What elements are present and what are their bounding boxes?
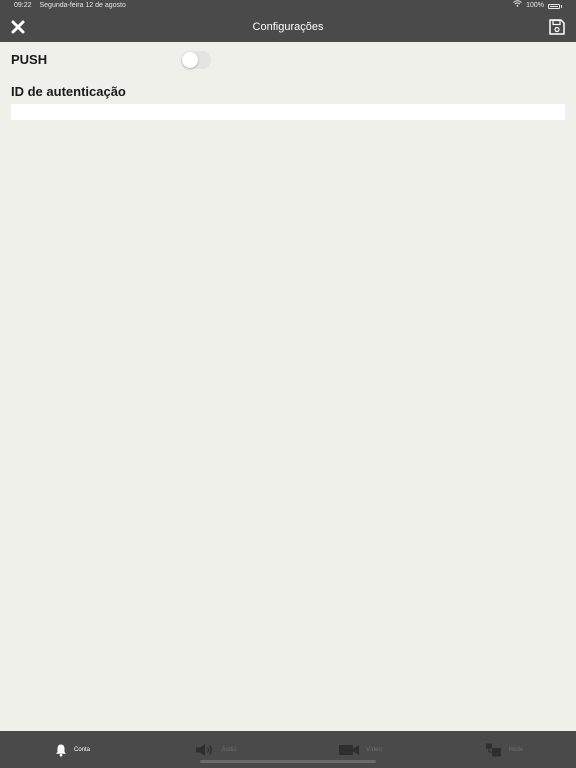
battery-nub (561, 4, 562, 8)
page-title: Configurações (252, 21, 324, 33)
auth-id-label: ID de autenticação (11, 84, 126, 99)
speaker-icon (196, 743, 213, 756)
save-button[interactable] (548, 18, 566, 36)
home-indicator (200, 760, 376, 763)
status-bar: 09:22 Segunda-feira 12 de agosto 100% (0, 0, 576, 12)
bell-icon (55, 744, 66, 756)
wifi-icon (513, 0, 522, 12)
status-indicators: 100% (513, 0, 562, 12)
network-icon (485, 743, 501, 756)
tab-rede[interactable]: Rede (432, 731, 576, 768)
tab-label: Áudio (221, 746, 237, 753)
battery-percent: 100% (526, 2, 544, 9)
tab-label: Conta (73, 746, 90, 753)
tab-label: Rede (508, 746, 524, 753)
toggle-knob (182, 52, 198, 68)
save-icon (549, 19, 565, 35)
battery-icon (548, 3, 560, 9)
navigation-bar: Configurações (0, 12, 576, 42)
status-date: Segunda-feira 12 de agosto (39, 2, 126, 9)
push-toggle[interactable] (181, 51, 211, 69)
push-setting-row: PUSH (11, 51, 231, 71)
settings-content: PUSH ID de autenticação (0, 42, 576, 731)
tab-label: Vídeo (366, 746, 382, 753)
status-time: 09:22 (14, 2, 32, 9)
tab-conta[interactable]: Conta (0, 731, 144, 768)
video-camera-icon (339, 744, 360, 755)
status-datetime: 09:22 Segunda-feira 12 de agosto (14, 0, 126, 12)
auth-id-input[interactable] (11, 104, 565, 120)
push-label: PUSH (11, 52, 48, 67)
